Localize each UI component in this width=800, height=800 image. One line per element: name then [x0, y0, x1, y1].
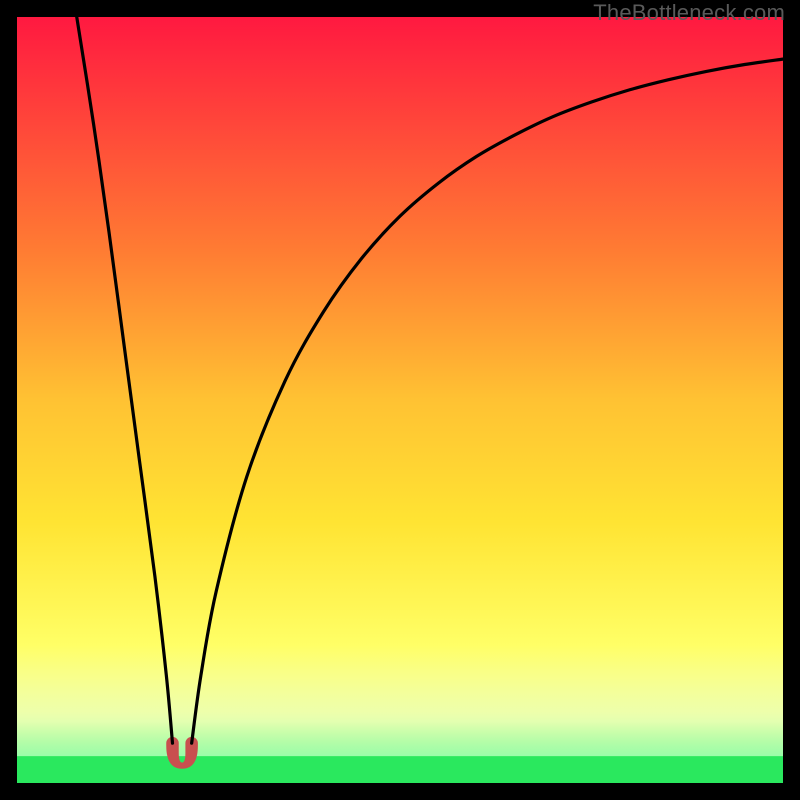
bottleneck-chart [17, 17, 783, 783]
bottom-green-band [17, 756, 783, 783]
bottom-fade-band [17, 645, 783, 756]
chart-frame [17, 17, 783, 783]
watermark-text: TheBottleneck.com [593, 0, 785, 26]
